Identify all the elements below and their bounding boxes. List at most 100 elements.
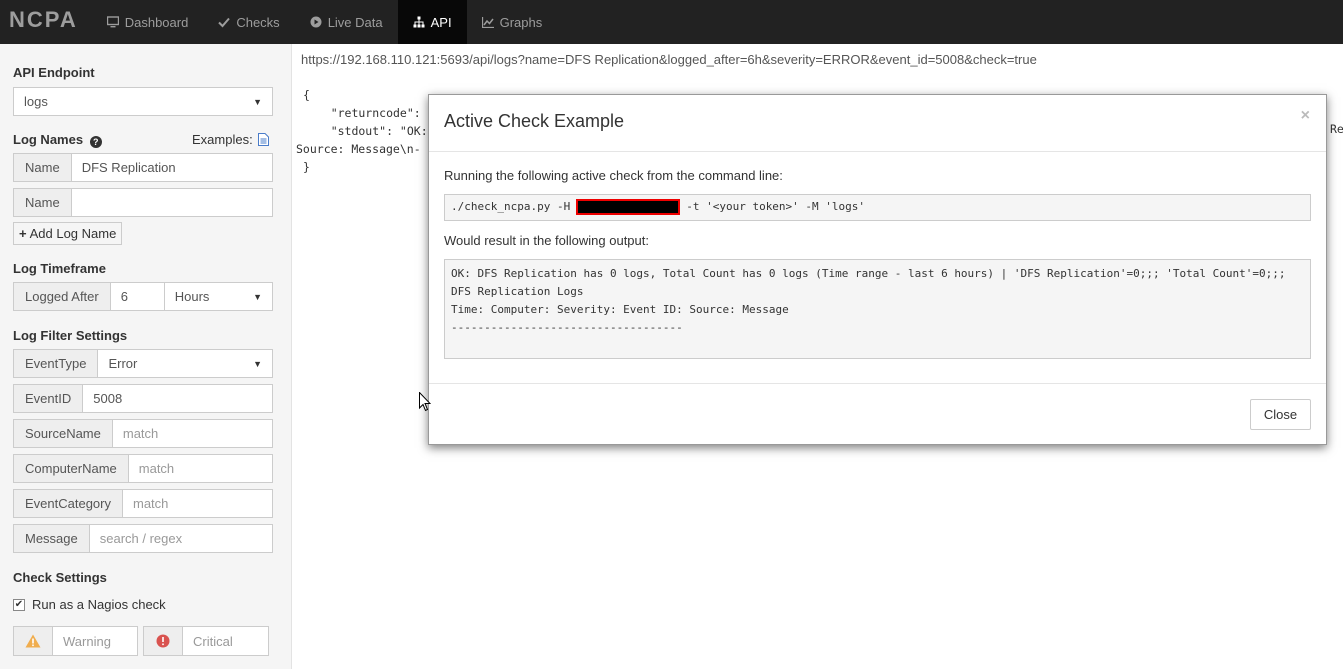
json-right-fragment: Re xyxy=(1330,122,1343,136)
computer-name-input[interactable]: match xyxy=(129,455,272,482)
document-icon xyxy=(258,133,270,146)
nav-dashboard[interactable]: Dashboard xyxy=(92,0,204,44)
name-addon: Name xyxy=(14,189,72,216)
json-source: Source: Message\n- xyxy=(296,142,421,156)
command-block[interactable]: ./check_ncpa.py -H -t '<your token>' -M '… xyxy=(444,194,1311,221)
logged-after-group: Logged After 6 Hours ▼ xyxy=(13,282,273,311)
warning-input[interactable]: Warning xyxy=(53,627,137,655)
event-id-input[interactable]: 5008 xyxy=(83,385,272,412)
log-name-input-2[interactable]: Name xyxy=(13,188,273,217)
event-category-input[interactable]: match xyxy=(123,490,272,517)
nav-graphs[interactable]: Graphs xyxy=(467,0,558,44)
caret-down-icon: ▼ xyxy=(253,358,262,369)
examples-label: Examples: xyxy=(192,132,253,147)
log-name-value-1[interactable]: DFS Replication xyxy=(72,154,272,181)
logged-after-addon: Logged After xyxy=(14,283,111,310)
warning-addon xyxy=(14,627,53,655)
event-type-addon: EventType xyxy=(14,350,99,377)
nav-checks[interactable]: Checks xyxy=(203,0,294,44)
filter-title: Log Filter Settings xyxy=(13,328,128,343)
json-output: { "returncode": "stdout": "OK: Source: Me… xyxy=(296,86,428,176)
critical-group: Critical xyxy=(143,626,269,656)
mouse-cursor-icon xyxy=(419,392,431,412)
chart-icon xyxy=(481,17,494,28)
event-category-group: EventCategory match xyxy=(13,489,273,518)
name-addon: Name xyxy=(14,154,72,181)
nav-live-data[interactable]: Live Data xyxy=(295,0,398,44)
log-names-title: Log Names ? xyxy=(13,132,102,148)
event-id-addon: EventID xyxy=(14,385,84,412)
nav-api[interactable]: API xyxy=(397,0,467,44)
nav-dashboard-label: Dashboard xyxy=(124,14,189,30)
critical-input[interactable]: Critical xyxy=(183,627,268,655)
run-as-nagios-checkbox[interactable]: ✔ xyxy=(13,598,25,611)
check-icon xyxy=(218,17,231,28)
api-endpoint-select[interactable]: logs ▼ xyxy=(13,87,273,116)
command-suffix: -t '<your token>' -M 'logs' xyxy=(686,200,866,213)
source-name-group: SourceName match xyxy=(13,419,273,448)
add-log-name-button[interactable]: + Add Log Name xyxy=(13,222,123,245)
brand-logo[interactable]: NCPA xyxy=(0,0,92,44)
output-line-2: DFS Replication Logs xyxy=(451,285,584,298)
json-open: { xyxy=(303,88,310,102)
nav-live-data-label: Live Data xyxy=(327,14,383,30)
json-returncode: "returncode": xyxy=(303,106,421,120)
api-endpoint-title: API Endpoint xyxy=(13,65,95,80)
computer-name-group: ComputerName match xyxy=(13,454,273,483)
sitemap-icon xyxy=(413,16,425,28)
source-name-addon: SourceName xyxy=(14,420,113,447)
event-type-group: EventType Error ▼ xyxy=(13,349,273,378)
nav-graphs-label: Graphs xyxy=(499,14,543,30)
event-category-addon: EventCategory xyxy=(14,490,123,517)
logged-after-input[interactable]: 6 xyxy=(111,283,165,310)
output-line-1: OK: DFS Replication has 0 logs, Total Co… xyxy=(451,267,1286,280)
active-check-modal: Active Check Example × Running the follo… xyxy=(428,94,1327,445)
modal-body: Running the following active check from … xyxy=(429,152,1326,384)
check-settings-title: Check Settings xyxy=(13,570,107,585)
api-url[interactable]: https://192.168.110.121:5693/api/logs?na… xyxy=(301,52,1037,67)
command-prefix: ./check_ncpa.py -H xyxy=(451,200,571,213)
critical-addon xyxy=(144,627,183,655)
close-button[interactable]: Close xyxy=(1250,399,1311,430)
modal-header: Active Check Example × xyxy=(429,95,1326,152)
modal-title: Active Check Example xyxy=(444,111,625,131)
log-names-label: Log Names xyxy=(13,132,84,147)
add-log-name-label: Add Log Name xyxy=(29,226,117,241)
source-name-input[interactable]: match xyxy=(113,420,272,447)
warning-group: Warning xyxy=(13,626,138,656)
critical-icon xyxy=(156,634,170,648)
nav-checks-label: Checks xyxy=(236,14,280,30)
message-group: Message search / regex xyxy=(13,524,273,553)
examples-link[interactable]: Examples: xyxy=(192,132,270,147)
output-line-3: Time: Computer: Severity: Event ID: Sour… xyxy=(451,303,789,316)
help-icon[interactable]: ? xyxy=(89,136,102,148)
modal-result-intro: Would result in the following output: xyxy=(444,233,649,248)
output-block[interactable]: OK: DFS Replication has 0 logs, Total Co… xyxy=(444,259,1311,359)
logged-after-unit: Hours xyxy=(174,289,210,304)
monitor-icon xyxy=(106,16,119,28)
json-close: } xyxy=(303,160,310,174)
plus-icon: + xyxy=(19,226,27,241)
event-id-group: EventID 5008 xyxy=(13,384,273,413)
top-navbar: NCPA Dashboard Checks Live Data API Grap… xyxy=(0,0,1343,44)
event-type-select[interactable]: Error ▼ xyxy=(98,350,272,377)
run-as-nagios-label: Run as a Nagios check xyxy=(32,597,166,612)
log-name-value-2[interactable] xyxy=(72,189,272,216)
json-stdout: "stdout": "OK: xyxy=(303,124,428,138)
log-timeframe-title: Log Timeframe xyxy=(13,261,106,276)
caret-down-icon: ▼ xyxy=(253,291,262,302)
redacted-host xyxy=(576,199,681,215)
run-as-nagios-row: ✔ Run as a Nagios check xyxy=(13,597,166,612)
close-icon[interactable]: × xyxy=(1301,107,1310,125)
logged-after-unit-select[interactable]: Hours ▼ xyxy=(165,283,272,310)
message-input[interactable]: search / regex xyxy=(90,525,272,552)
modal-intro: Running the following active check from … xyxy=(444,168,783,183)
event-type-value: Error xyxy=(108,356,138,371)
output-line-4: ----------------------------------- xyxy=(451,321,683,334)
sidebar: API Endpoint logs ▼ Log Names ? Examples… xyxy=(0,44,292,669)
warning-icon xyxy=(25,634,41,648)
log-name-input-1[interactable]: Name DFS Replication xyxy=(13,153,273,182)
nav-api-label: API xyxy=(430,14,452,30)
computer-name-addon: ComputerName xyxy=(14,455,129,482)
caret-down-icon: ▼ xyxy=(253,96,262,107)
